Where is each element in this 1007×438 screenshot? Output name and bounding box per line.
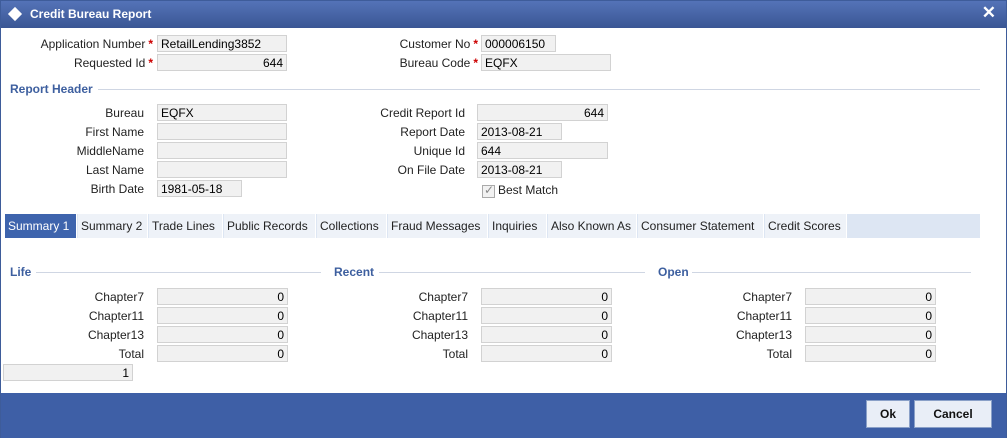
report-date-field[interactable]: 2013-08-21 xyxy=(477,123,562,140)
tab-strip: Summary 1 Summary 2 Trade Lines Public R… xyxy=(5,214,980,238)
open-section-title: Open xyxy=(658,265,689,279)
tab-summary-2[interactable]: Summary 2 xyxy=(78,214,148,238)
middle-name-label: MiddleName xyxy=(76,144,144,158)
life-chapter11-field[interactable]: 0 xyxy=(157,307,288,324)
requested-id-label: Requested Id * xyxy=(73,56,153,70)
open-divider xyxy=(692,272,971,273)
open-total-label: Total xyxy=(766,347,792,361)
life-chapter13-label: Chapter13 xyxy=(87,328,144,342)
title-bar: Credit Bureau Report ✕ xyxy=(1,1,1006,28)
on-file-date-label: On File Date xyxy=(397,163,465,177)
tab-credit-scores[interactable]: Credit Scores xyxy=(765,214,847,238)
cancel-button[interactable]: Cancel xyxy=(914,400,992,428)
tab-inquiries[interactable]: Inquiries xyxy=(489,214,547,238)
best-match-label: Best Match xyxy=(498,183,559,197)
middle-name-field[interactable] xyxy=(157,142,287,159)
life-chapter13-field[interactable]: 0 xyxy=(157,326,288,343)
open-chapter7-label: Chapter7 xyxy=(742,290,792,304)
open-chapter7-field[interactable]: 0 xyxy=(805,288,936,305)
recent-chapter7-label: Chapter7 xyxy=(418,290,468,304)
bureau-code-field[interactable]: EQFX xyxy=(481,54,611,71)
close-icon[interactable]: ✕ xyxy=(982,3,996,23)
bureau-field[interactable]: EQFX xyxy=(157,104,287,121)
ok-button[interactable]: Ok xyxy=(866,400,910,428)
requested-id-field[interactable]: 644 xyxy=(157,54,287,71)
tab-also-known-as[interactable]: Also Known As xyxy=(548,214,637,238)
best-match-checkbox[interactable] xyxy=(482,183,495,198)
bureau-label: Bureau xyxy=(105,106,144,120)
application-number-field[interactable]: RetailLending3852 xyxy=(157,35,287,52)
last-name-field[interactable] xyxy=(157,161,287,178)
application-number-label: Application Number * xyxy=(40,37,153,51)
open-chapter11-field[interactable]: 0 xyxy=(805,307,936,324)
window-diamond-icon xyxy=(7,6,23,22)
credit-report-id-field[interactable]: 644 xyxy=(477,104,608,121)
first-name-field[interactable] xyxy=(157,123,287,140)
report-header-divider xyxy=(98,89,980,90)
credit-bureau-report-window: Credit Bureau Report ✕ Application Numbe… xyxy=(0,0,1007,438)
open-total-field[interactable]: 0 xyxy=(805,345,936,362)
recent-chapter7-field[interactable]: 0 xyxy=(481,288,612,305)
life-total-field[interactable]: 0 xyxy=(157,345,288,362)
birth-date-label: Birth Date xyxy=(90,182,144,196)
open-chapter11-label: Chapter11 xyxy=(736,309,792,323)
recent-chapter13-label: Chapter13 xyxy=(411,328,468,342)
tab-fraud-messages[interactable]: Fraud Messages xyxy=(388,214,488,238)
first-name-label: First Name xyxy=(85,125,144,139)
life-section-title: Life xyxy=(10,265,32,279)
footer-bar: Ok Cancel xyxy=(1,393,1006,438)
unique-id-label: Unique Id xyxy=(413,144,465,158)
tab-collections[interactable]: Collections xyxy=(317,214,387,238)
last-name-label: Last Name xyxy=(85,163,144,177)
recent-chapter13-field[interactable]: 0 xyxy=(481,326,612,343)
open-chapter13-field[interactable]: 0 xyxy=(805,326,936,343)
credit-report-id-label: Credit Report Id xyxy=(380,106,465,120)
recent-divider xyxy=(379,272,645,273)
tab-trade-lines[interactable]: Trade Lines xyxy=(149,214,223,238)
open-chapter13-label: Chapter13 xyxy=(735,328,792,342)
record-counter-field[interactable]: 1 xyxy=(3,364,133,381)
life-chapter7-label: Chapter7 xyxy=(94,290,144,304)
report-header-title: Report Header xyxy=(10,82,93,96)
recent-total-field[interactable]: 0 xyxy=(481,345,612,362)
window-title: Credit Bureau Report xyxy=(30,7,152,21)
report-date-label: Report Date xyxy=(400,125,465,139)
recent-chapter11-field[interactable]: 0 xyxy=(481,307,612,324)
tab-summary-1[interactable]: Summary 1 xyxy=(5,214,77,238)
customer-no-label: Customer No * xyxy=(399,37,478,51)
bureau-code-label: Bureau Code * xyxy=(399,56,478,70)
tab-public-records[interactable]: Public Records xyxy=(224,214,316,238)
birth-date-field[interactable]: 1981-05-18 xyxy=(157,180,242,197)
life-total-label: Total xyxy=(118,347,144,361)
life-chapter7-field[interactable]: 0 xyxy=(157,288,288,305)
tab-consumer-statement[interactable]: Consumer Statement xyxy=(638,214,764,238)
life-chapter11-label: Chapter11 xyxy=(88,309,144,323)
life-divider xyxy=(36,272,321,273)
recent-section-title: Recent xyxy=(334,265,375,279)
on-file-date-field[interactable]: 2013-08-21 xyxy=(477,161,562,178)
customer-no-field[interactable]: 000006150 xyxy=(481,35,556,52)
recent-total-label: Total xyxy=(442,347,468,361)
recent-chapter11-label: Chapter11 xyxy=(412,309,468,323)
unique-id-field[interactable]: 644 xyxy=(477,142,608,159)
